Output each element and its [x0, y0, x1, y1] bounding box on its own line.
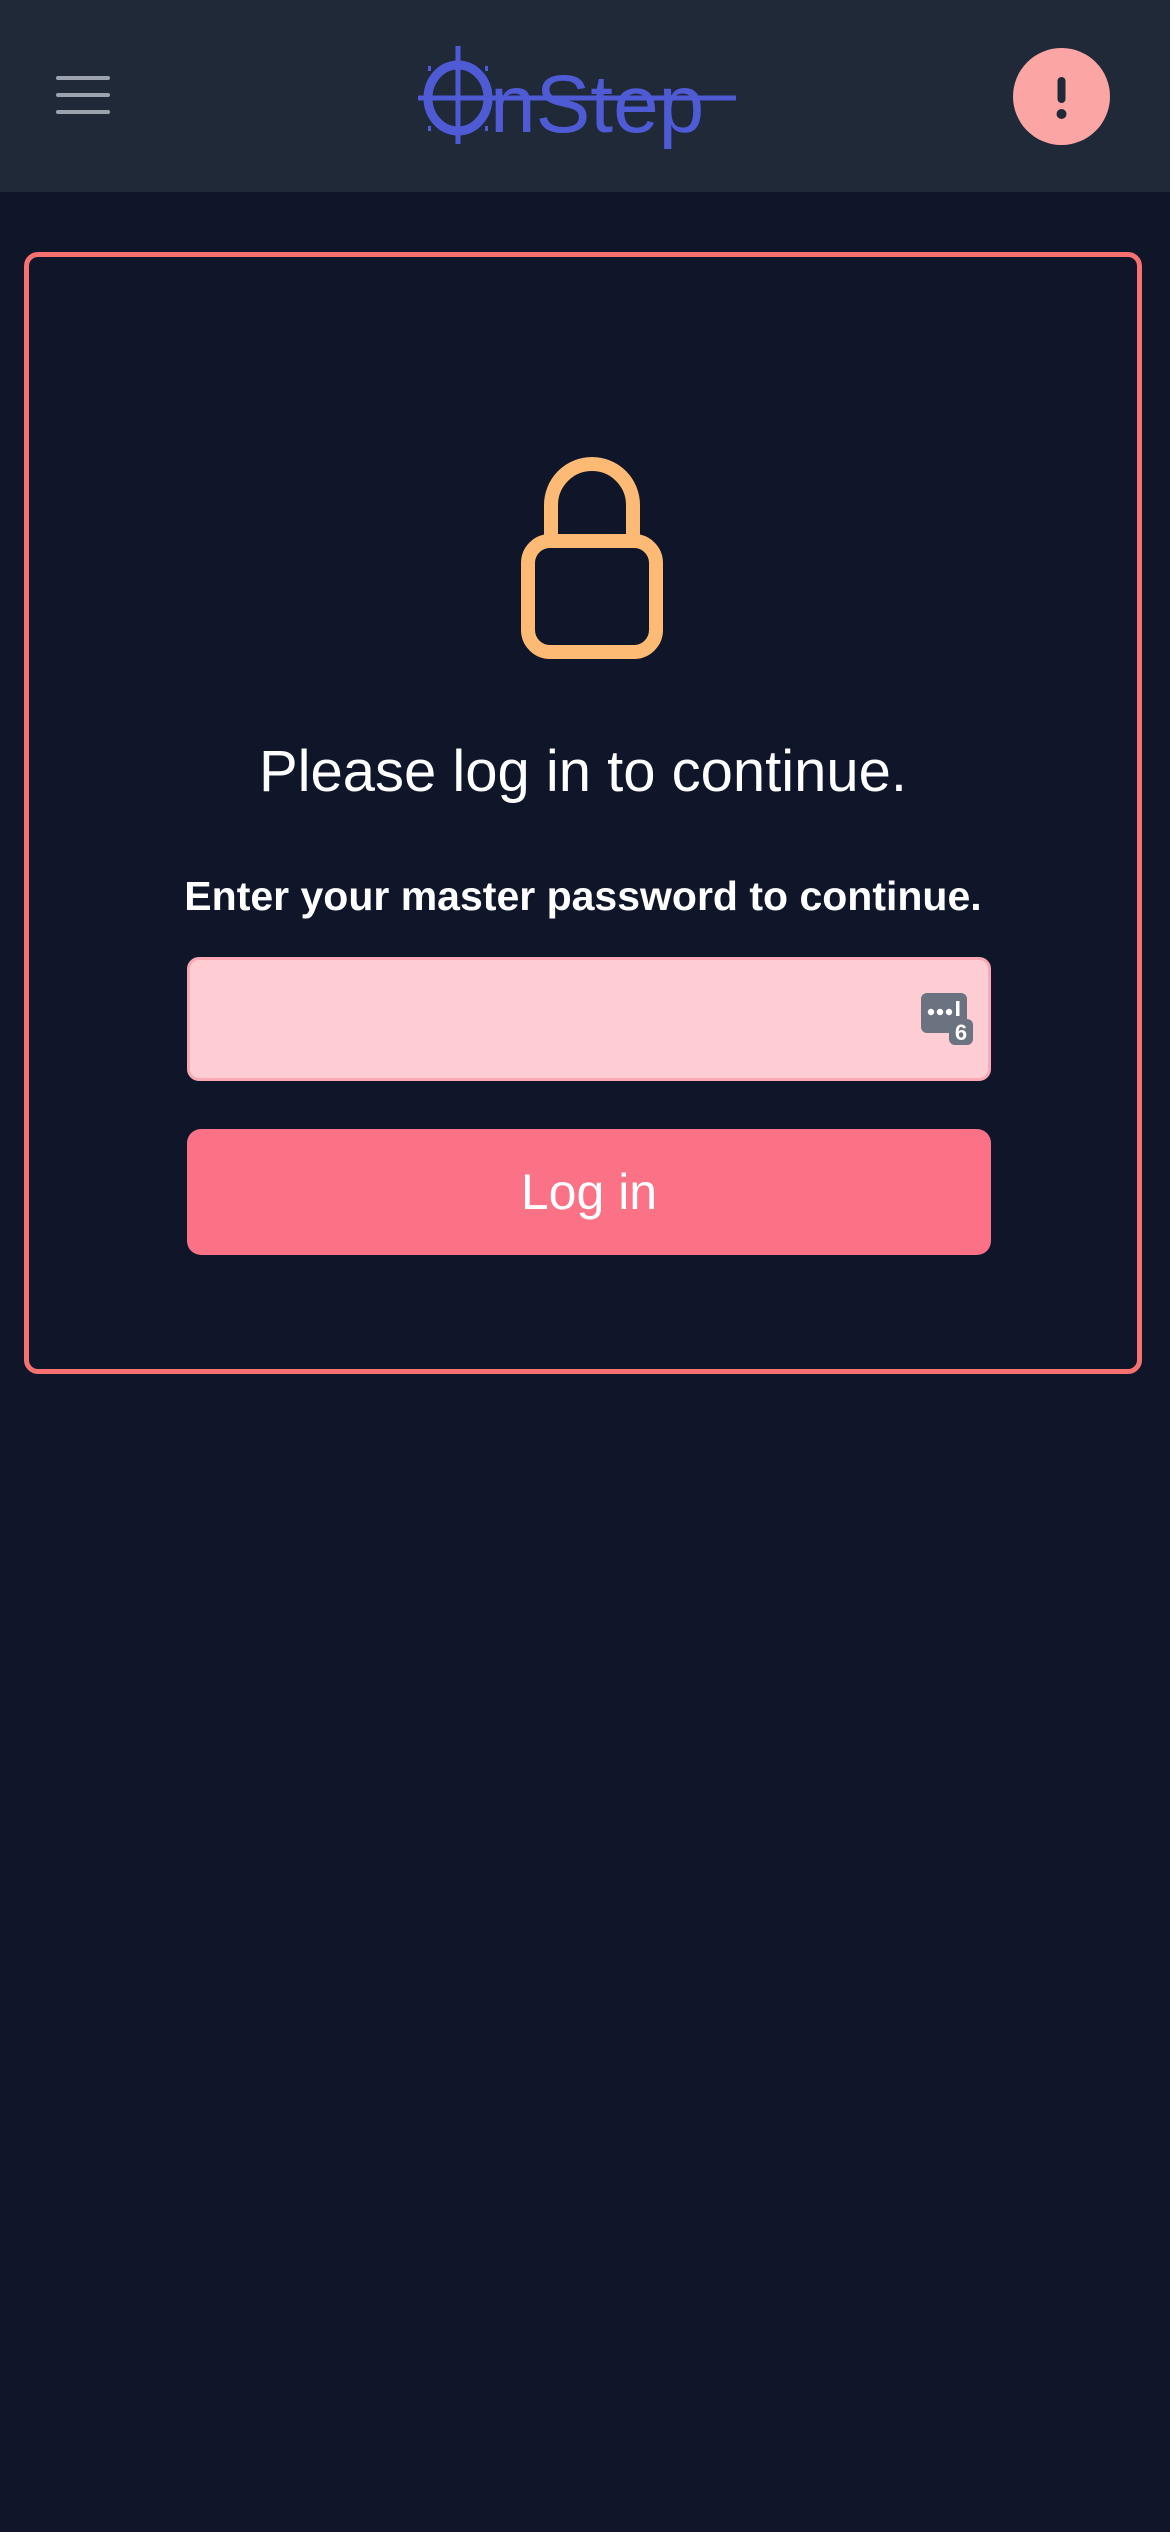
master-password-input[interactable] [187, 957, 991, 1081]
exclamation-icon [1056, 77, 1067, 119]
login-card: Please log in to continue. Enter your ma… [24, 252, 1142, 1374]
password-manager-icon[interactable]: 6 [919, 991, 975, 1047]
password-manager-badge: 6 [955, 1020, 967, 1045]
login-button[interactable]: Log in [187, 1129, 991, 1255]
top-bar: nStep [0, 0, 1170, 192]
password-prompt-label: Enter your master password to continue. [184, 873, 982, 919]
alert-button[interactable] [1013, 48, 1110, 145]
lock-icon [507, 449, 677, 674]
hamburger-menu-icon[interactable] [40, 60, 130, 130]
logo-text: nStep [490, 59, 704, 150]
onstep-logo: nStep [410, 42, 740, 152]
login-heading: Please log in to continue. [258, 739, 908, 804]
